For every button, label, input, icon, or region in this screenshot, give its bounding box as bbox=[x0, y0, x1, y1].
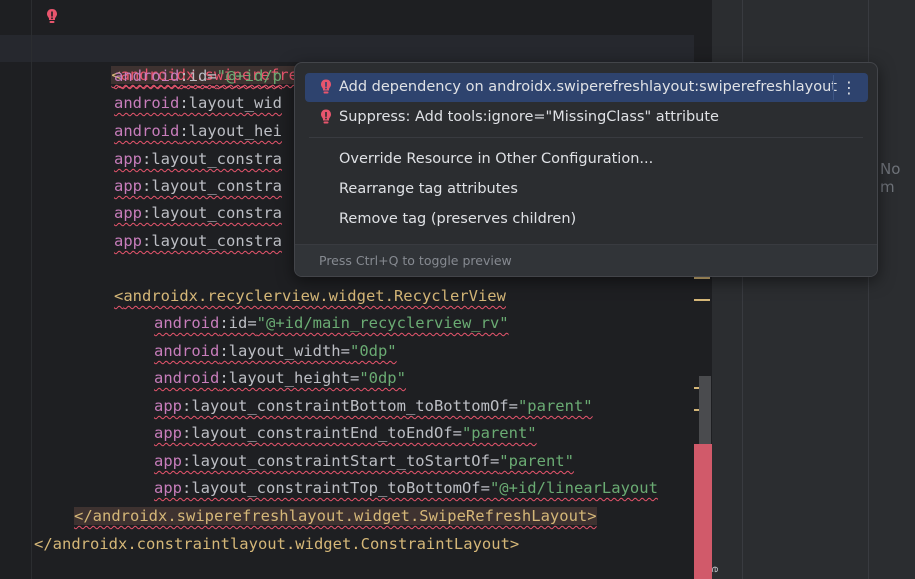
code-line[interactable]: </androidx.swiperefreshlayout.widget.Swi… bbox=[74, 503, 597, 530]
namespace-token: android bbox=[114, 94, 180, 112]
action-suppress[interactable]: Suppress: Add tools:ignore="MissingClass… bbox=[305, 103, 868, 132]
string-token: "@+id/main_recyclerview_rv" bbox=[256, 314, 509, 332]
warning-marker[interactable] bbox=[694, 299, 710, 301]
code-line[interactable]: android:layout_wid bbox=[114, 90, 282, 117]
action-label: Remove tag (preserves children) bbox=[339, 211, 577, 227]
action-remove-tag[interactable]: Remove tag (preserves children) bbox=[305, 205, 868, 234]
recyclerview-tag: androidx.recyclerview.widget.RecyclerVie… bbox=[123, 287, 506, 305]
attribute-token: :layout_constra bbox=[142, 177, 282, 195]
namespace-token: android bbox=[114, 122, 180, 140]
string-token: "@+id/p bbox=[216, 67, 282, 85]
code-line[interactable]: android:layout_hei bbox=[114, 118, 282, 145]
intention-actions-popup: Add dependency on androidx.swiperefreshl… bbox=[294, 62, 878, 277]
code-line[interactable]: <androidx.swiperefreshlayout.widget.Swip… bbox=[74, 35, 616, 84]
namespace-token: app bbox=[154, 424, 182, 442]
namespace-token: app bbox=[114, 232, 142, 250]
namespace-token: app bbox=[154, 452, 182, 470]
code-line[interactable]: app:layout_constraintStart_toStartOf="pa… bbox=[154, 448, 574, 475]
attribute-token: :layout_width= bbox=[219, 342, 350, 360]
error-bulb-icon[interactable] bbox=[44, 8, 60, 24]
code-line[interactable]: app:layout_constra bbox=[114, 228, 282, 255]
attribute-token: :layout_constraintStart_toStartOf= bbox=[182, 452, 500, 470]
menu-separator bbox=[309, 137, 863, 138]
gutter-divider bbox=[31, 0, 32, 579]
action-rearrange-attributes[interactable]: Rearrange tag attributes bbox=[305, 175, 868, 204]
namespace-token: android bbox=[154, 369, 220, 387]
action-label: Rearrange tag attributes bbox=[339, 181, 518, 197]
attribute-token: :id= bbox=[219, 314, 257, 332]
attribute-token: :layout_constraintEnd_toEndOf= bbox=[182, 424, 462, 442]
attribute-token: :layout_constra bbox=[142, 232, 282, 250]
namespace-token: android bbox=[154, 314, 220, 332]
error-stripe[interactable] bbox=[694, 444, 712, 579]
code-line[interactable]: app:layout_constra bbox=[114, 173, 282, 200]
code-line[interactable]: app:layout_constra bbox=[114, 200, 282, 227]
more-options-icon[interactable]: ⋮ bbox=[833, 75, 864, 100]
namespace-token: app bbox=[154, 397, 182, 415]
scrollbar-thumb[interactable] bbox=[699, 376, 711, 444]
string-token: "parent" bbox=[499, 452, 574, 470]
action-label: Override Resource in Other Configuration… bbox=[339, 151, 654, 167]
attribute-token: :layout_wid bbox=[179, 94, 282, 112]
namespace-token: app bbox=[114, 150, 142, 168]
action-label: Add dependency on androidx.swiperefreshl… bbox=[339, 79, 837, 95]
attribute-token: :layout_constraintBottom_toBottomOf= bbox=[182, 397, 518, 415]
attribute-token: :id= bbox=[179, 67, 217, 85]
namespace-token: app bbox=[154, 479, 182, 497]
no-preview-text: No m bbox=[880, 160, 901, 196]
attribute-token: :layout_height= bbox=[219, 369, 360, 387]
code-line[interactable]: </androidx.constraintlayout.widget.Const… bbox=[34, 531, 519, 558]
namespace-token: app bbox=[114, 204, 142, 222]
tool-window-label[interactable]: e bbox=[709, 566, 722, 573]
attribute-token: :layout_constra bbox=[142, 204, 282, 222]
code-line[interactable]: app:layout_constraintEnd_toEndOf="parent… bbox=[154, 420, 537, 447]
code-line[interactable]: <androidx.recyclerview.widget.RecyclerVi… bbox=[114, 283, 506, 310]
code-line[interactable]: android:layout_width="0dp" bbox=[154, 338, 397, 365]
action-override-resource[interactable]: Override Resource in Other Configuration… bbox=[305, 145, 868, 174]
constraintlayout-close-tag: </androidx.constraintlayout.widget.Const… bbox=[34, 535, 520, 553]
namespace-token: android bbox=[114, 67, 180, 85]
namespace-token: android bbox=[154, 342, 220, 360]
code-line[interactable]: app:layout_constra bbox=[114, 146, 282, 173]
popup-footer: Press Ctrl+Q to toggle preview bbox=[295, 244, 877, 276]
code-line[interactable]: android:id="@+id/main_recyclerview_rv" bbox=[154, 310, 509, 337]
string-token: "parent" bbox=[461, 424, 537, 442]
attribute-token: :layout_constraintTop_toBottomOf= bbox=[182, 479, 490, 497]
string-token: "@+id/linearLayout bbox=[489, 479, 658, 497]
action-add-dependency[interactable]: Add dependency on androidx.swiperefreshl… bbox=[305, 73, 868, 102]
error-bulb-icon bbox=[321, 79, 331, 94]
attribute-token: :layout_hei bbox=[179, 122, 282, 140]
string-token: "0dp" bbox=[359, 369, 406, 387]
tag-open-bracket: < bbox=[114, 287, 124, 305]
string-token: "parent" bbox=[517, 397, 593, 415]
warning-marker[interactable] bbox=[694, 277, 710, 279]
code-line[interactable]: app:layout_constraintTop_toBottomOf="@+i… bbox=[154, 475, 658, 502]
swiperefresh-close-tag: </androidx.swiperefreshlayout.widget.Swi… bbox=[74, 507, 597, 525]
code-line[interactable]: android:layout_height="0dp" bbox=[154, 365, 406, 392]
code-line[interactable]: android:id="@+id/p bbox=[114, 63, 282, 90]
action-label: Suppress: Add tools:ignore="MissingClass… bbox=[339, 109, 719, 125]
error-bulb-icon bbox=[321, 109, 331, 124]
namespace-token: app bbox=[114, 177, 142, 195]
string-token: "0dp" bbox=[349, 342, 397, 360]
attribute-token: :layout_constra bbox=[142, 150, 282, 168]
toggle-preview-hint: Press Ctrl+Q to toggle preview bbox=[319, 253, 512, 268]
code-line[interactable]: app:layout_constraintBottom_toBottomOf="… bbox=[154, 393, 593, 420]
